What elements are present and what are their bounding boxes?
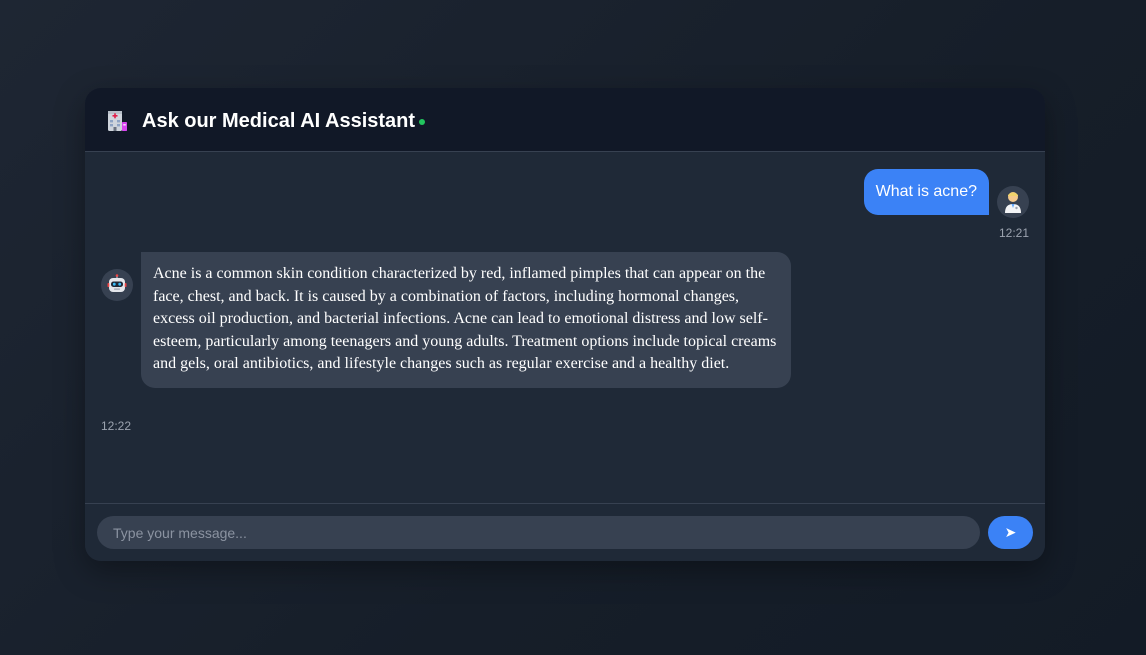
bot-message-time: 12:22 — [101, 419, 132, 433]
send-icon: ➤ — [1004, 524, 1017, 541]
online-status-dot — [419, 119, 425, 125]
doctor-icon — [997, 186, 1029, 218]
send-button[interactable]: ➤ — [988, 516, 1033, 549]
user-message-bubble: What is acne? — [863, 169, 989, 215]
robot-icon — [101, 269, 133, 301]
hospital-icon — [105, 109, 129, 133]
message-composer: ➤ — [85, 503, 1045, 561]
user-message-time: 12:21 — [998, 226, 1029, 240]
page-title: Ask our Medical AI Assistant — [142, 110, 416, 132]
message-list: What is acne? 12:21 Acne is a common ski… — [85, 152, 1045, 503]
message-input[interactable] — [97, 516, 980, 549]
bot-message-bubble: Acne is a common skin condition characte… — [141, 252, 791, 388]
chat-header: Ask our Medical AI Assistant — [85, 88, 1045, 152]
chat-window: Ask our Medical AI Assistant What is acn… — [85, 88, 1045, 561]
